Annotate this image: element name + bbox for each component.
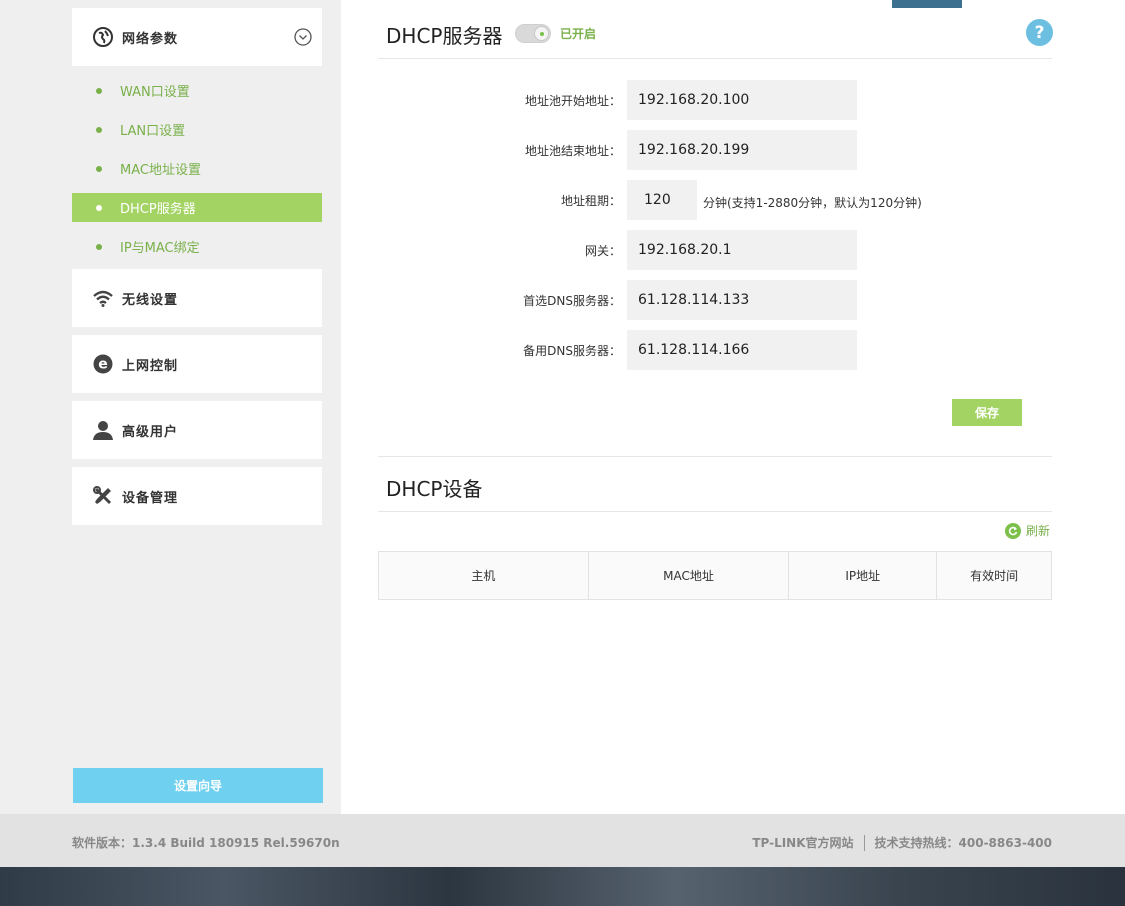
top-tab-indicator[interactable] xyxy=(892,0,962,8)
menu-network-params-label: 网络参数 xyxy=(122,31,179,47)
primary-dns-label: 首选DNS服务器： xyxy=(523,294,621,308)
bullet-icon xyxy=(96,126,102,133)
dhcp-devices-table: 主机 MAC地址 IP地址 有效时间 xyxy=(378,551,1052,600)
bullet-icon xyxy=(96,204,102,211)
help-icon[interactable]: ? xyxy=(1026,19,1053,46)
lease-label: 地址租期： xyxy=(560,194,621,208)
tools-icon xyxy=(92,485,114,507)
bullet-icon xyxy=(96,243,102,250)
support-hotline: 技术支持热线：400-8863-400 xyxy=(874,836,1052,850)
column-header[interactable]: IP地址 xyxy=(788,551,938,600)
gateway-label: 网关： xyxy=(584,244,621,258)
secondary-dns-label: 备用DNS服务器： xyxy=(523,344,621,358)
menu-device-management[interactable]: 设备管理 xyxy=(72,467,322,525)
bullet-icon xyxy=(96,165,102,172)
dhcp-server-title: DHCP服务器 xyxy=(386,24,503,48)
footer: 软件版本：1.3.4 Build 180915 Rel.59670n TP-LI… xyxy=(0,814,1125,867)
dhcp-devices-title: DHCP设备 xyxy=(386,477,483,501)
ie-icon: e xyxy=(92,353,114,375)
setup-wizard-button[interactable]: 设置向导 xyxy=(73,768,323,803)
official-site-link[interactable]: TP-LINK官方网站 xyxy=(752,834,853,851)
pool-start-input[interactable] xyxy=(627,80,857,120)
dhcp-status-label: 已开启 xyxy=(560,27,597,41)
table-header-row: 主机 MAC地址 IP地址 有效时间 xyxy=(378,551,1052,600)
sidebar-item-dhcp[interactable]: DHCP服务器 xyxy=(72,193,322,222)
primary-dns-input[interactable] xyxy=(627,280,857,320)
sidebar-item-label: DHCP服务器 xyxy=(120,202,196,217)
dhcp-toggle[interactable] xyxy=(515,24,551,43)
chevron-down-icon[interactable] xyxy=(294,28,312,46)
user-icon xyxy=(92,419,114,441)
background-image xyxy=(0,867,1125,906)
gateway-input[interactable] xyxy=(627,230,857,270)
lease-hint: 分钟(支持1-2880分钟，默认为120分钟) xyxy=(703,196,922,210)
menu-network-params[interactable]: 网络参数 xyxy=(72,8,322,66)
refresh-label: 刷新 xyxy=(1026,524,1051,538)
column-header[interactable]: 主机 xyxy=(378,551,589,600)
column-header[interactable]: 有效时间 xyxy=(936,551,1052,600)
menu-device-management-label: 设备管理 xyxy=(122,490,179,506)
sidebar-item-label: IP与MAC绑定 xyxy=(120,241,200,256)
globe-icon xyxy=(92,26,114,48)
sidebar-item-label: WAN口设置 xyxy=(120,85,190,100)
sidebar-item-wan[interactable]: WAN口设置 xyxy=(72,76,322,105)
software-version: 软件版本：1.3.4 Build 180915 Rel.59670n xyxy=(72,836,340,850)
menu-advanced-users[interactable]: 高级用户 xyxy=(72,401,322,459)
column-header[interactable]: MAC地址 xyxy=(587,551,790,600)
footer-links: TP-LINK官方网站 技术支持热线：400-8863-400 xyxy=(752,834,1052,851)
pool-end-input[interactable] xyxy=(627,130,857,170)
toggle-knob xyxy=(534,26,549,41)
menu-wireless-label: 无线设置 xyxy=(122,292,179,308)
main-content: DHCP服务器 已开启 ? 地址池开始地址： 地址池结束地址： 地址租期： 分钟… xyxy=(341,0,1125,814)
refresh-icon xyxy=(1005,522,1021,539)
menu-wireless[interactable]: 无线设置 xyxy=(72,269,322,327)
secondary-dns-input[interactable] xyxy=(627,330,857,370)
sidebar-item-ip-mac-binding[interactable]: IP与MAC绑定 xyxy=(72,232,322,261)
bullet-icon xyxy=(96,87,102,94)
sidebar-item-lan[interactable]: LAN口设置 xyxy=(72,115,322,144)
divider xyxy=(378,511,1052,512)
sidebar: 网络参数 WAN口设置 LAN口设置 MAC地址设置 DHCP服务器 IP与MA… xyxy=(0,0,341,814)
refresh-button[interactable]: 刷新 xyxy=(1005,522,1050,539)
wifi-icon xyxy=(92,287,114,309)
sidebar-item-label: MAC地址设置 xyxy=(120,163,201,178)
sidebar-item-mac[interactable]: MAC地址设置 xyxy=(72,154,322,183)
pool-end-label: 地址池结束地址： xyxy=(524,144,621,158)
menu-internet-control[interactable]: e 上网控制 xyxy=(72,335,322,393)
lease-input[interactable] xyxy=(627,180,697,220)
save-button[interactable]: 保存 xyxy=(952,399,1022,426)
footer-separator xyxy=(863,834,865,851)
sidebar-item-label: LAN口设置 xyxy=(120,124,186,139)
svg-text:e: e xyxy=(98,357,108,373)
menu-advanced-users-label: 高级用户 xyxy=(122,424,179,440)
divider xyxy=(378,456,1052,457)
menu-internet-control-label: 上网控制 xyxy=(122,358,179,374)
divider xyxy=(378,58,1052,59)
pool-start-label: 地址池开始地址： xyxy=(524,94,621,108)
